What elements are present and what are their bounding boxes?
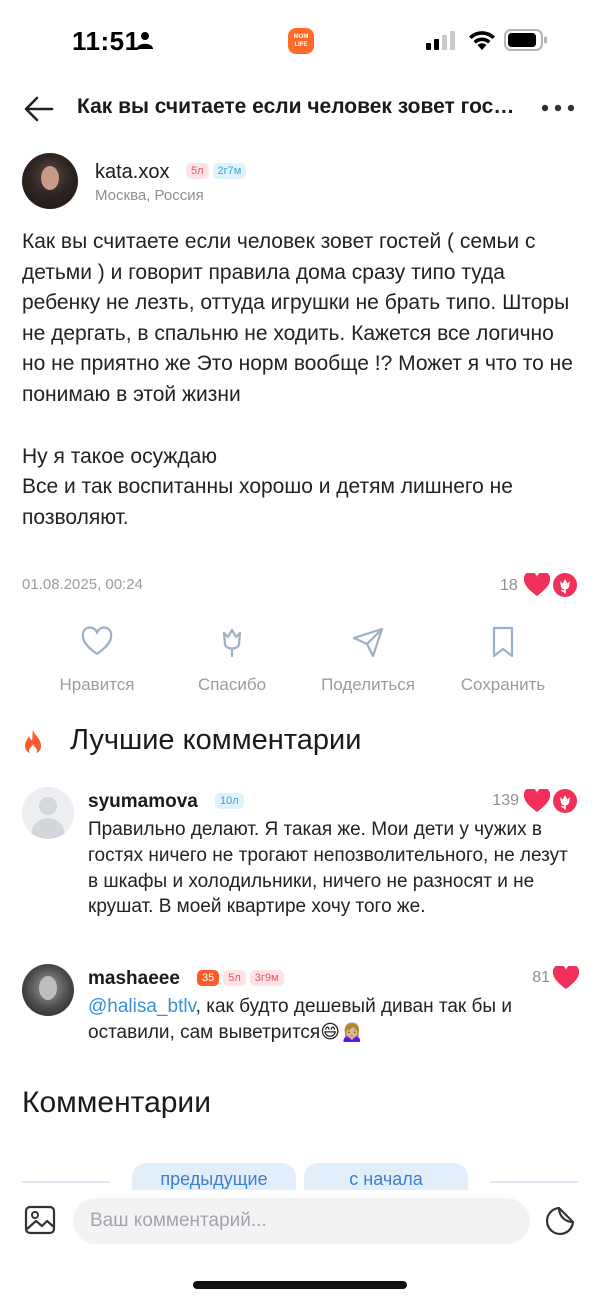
kids-age-badge: 3г9м [249, 969, 284, 986]
thanks-label: Спасибо [197, 675, 267, 694]
comment-author[interactable]: mashaeee [88, 968, 180, 990]
share-button[interactable]: Поделиться [308, 625, 428, 695]
save-label: Сохранить [460, 675, 546, 694]
status-bar: 11:51 MOM LIFE [0, 0, 600, 80]
heart-outline-icon [81, 626, 113, 656]
author-badges: 5л 2г7м [186, 162, 250, 180]
post-actions: Нравится Спасибо Поделиться Сохранить [0, 625, 600, 700]
thanks-button[interactable]: Спасибо [172, 625, 292, 695]
comments-title: Комментарии [22, 1086, 211, 1119]
comment-input[interactable] [73, 1198, 530, 1244]
divider [22, 1181, 110, 1183]
comment-author[interactable]: syumamova [88, 791, 198, 813]
comment-text: Правильно делают. Я такая же. Мои дети у… [88, 819, 568, 918]
top-header: Как вы считаете если человек зовет госте… [0, 80, 600, 140]
fire-icon [25, 730, 41, 755]
from-start-button[interactable]: с начала [304, 1163, 468, 1193]
status-time: 11:51 [72, 26, 140, 56]
signal-icon [426, 31, 455, 50]
kids-age-badge: 10л [215, 792, 244, 809]
person-icon [137, 32, 153, 49]
post-paragraph: Ну я такое осуждаю [22, 444, 218, 468]
level-badge: 35 [197, 969, 220, 986]
mention-link[interactable]: @halisa_btlv [88, 996, 196, 1017]
like-label: Нравится [59, 675, 135, 694]
send-icon [352, 627, 384, 658]
more-horizontal-icon[interactable] [540, 100, 576, 116]
image-icon[interactable] [24, 1204, 56, 1236]
sticker-icon[interactable] [543, 1204, 577, 1238]
comment-composer [0, 1190, 600, 1250]
comment-badges: 35 5л 3г9м [197, 969, 288, 987]
heart-icon[interactable] [553, 966, 579, 990]
save-button[interactable]: Сохранить [443, 625, 563, 695]
kids-age-badge: 2г7м [212, 162, 247, 179]
bookmark-icon [492, 626, 514, 658]
comment-badges: 10л [215, 792, 248, 810]
kids-age-badge: 5л [223, 969, 246, 986]
avatar[interactable] [22, 787, 74, 839]
comment-text: @halisa_btlv, как будто дешевый диван та… [88, 994, 578, 1046]
heart-icon[interactable] [524, 789, 550, 813]
battery-icon [504, 29, 547, 51]
like-button[interactable]: Нравится [37, 625, 157, 695]
post-body: Как вы считаете если человек зовет госте… [22, 227, 578, 533]
author-avatar[interactable] [22, 153, 78, 209]
author-name[interactable]: kata.xox [95, 161, 169, 184]
kids-age-badge: 5л [186, 162, 209, 179]
previous-comments-button[interactable]: предыдущие [132, 1163, 296, 1193]
home-indicator [193, 1281, 407, 1289]
post-paragraph: Все и так воспитанны хорошо и детям лишн… [22, 475, 513, 529]
divider [490, 1181, 578, 1183]
author-location: Москва, Россия [95, 187, 204, 204]
post-date: 01.08.2025, 00:24 [22, 576, 143, 593]
post-paragraph: Как вы считаете если человек зовет госте… [22, 230, 573, 406]
mom-life-app-icon: MOM LIFE [288, 28, 314, 54]
reactions-count: 81 [532, 969, 550, 986]
arrow-left-icon[interactable] [22, 92, 56, 126]
tulip-icon[interactable] [553, 789, 577, 813]
tulip-icon [553, 573, 577, 597]
avatar[interactable] [22, 964, 74, 1016]
tulip-outline-icon [222, 628, 242, 658]
wifi-icon [469, 31, 495, 50]
reactions-count: 139 [492, 792, 519, 809]
reactions-count: 18 [500, 577, 518, 594]
page-title: Как вы считаете если человек зовет госте… [77, 95, 522, 118]
best-comments-title: Лучшие комментарии [70, 724, 362, 756]
heart-icon [524, 573, 550, 596]
share-label: Поделиться [321, 675, 415, 694]
